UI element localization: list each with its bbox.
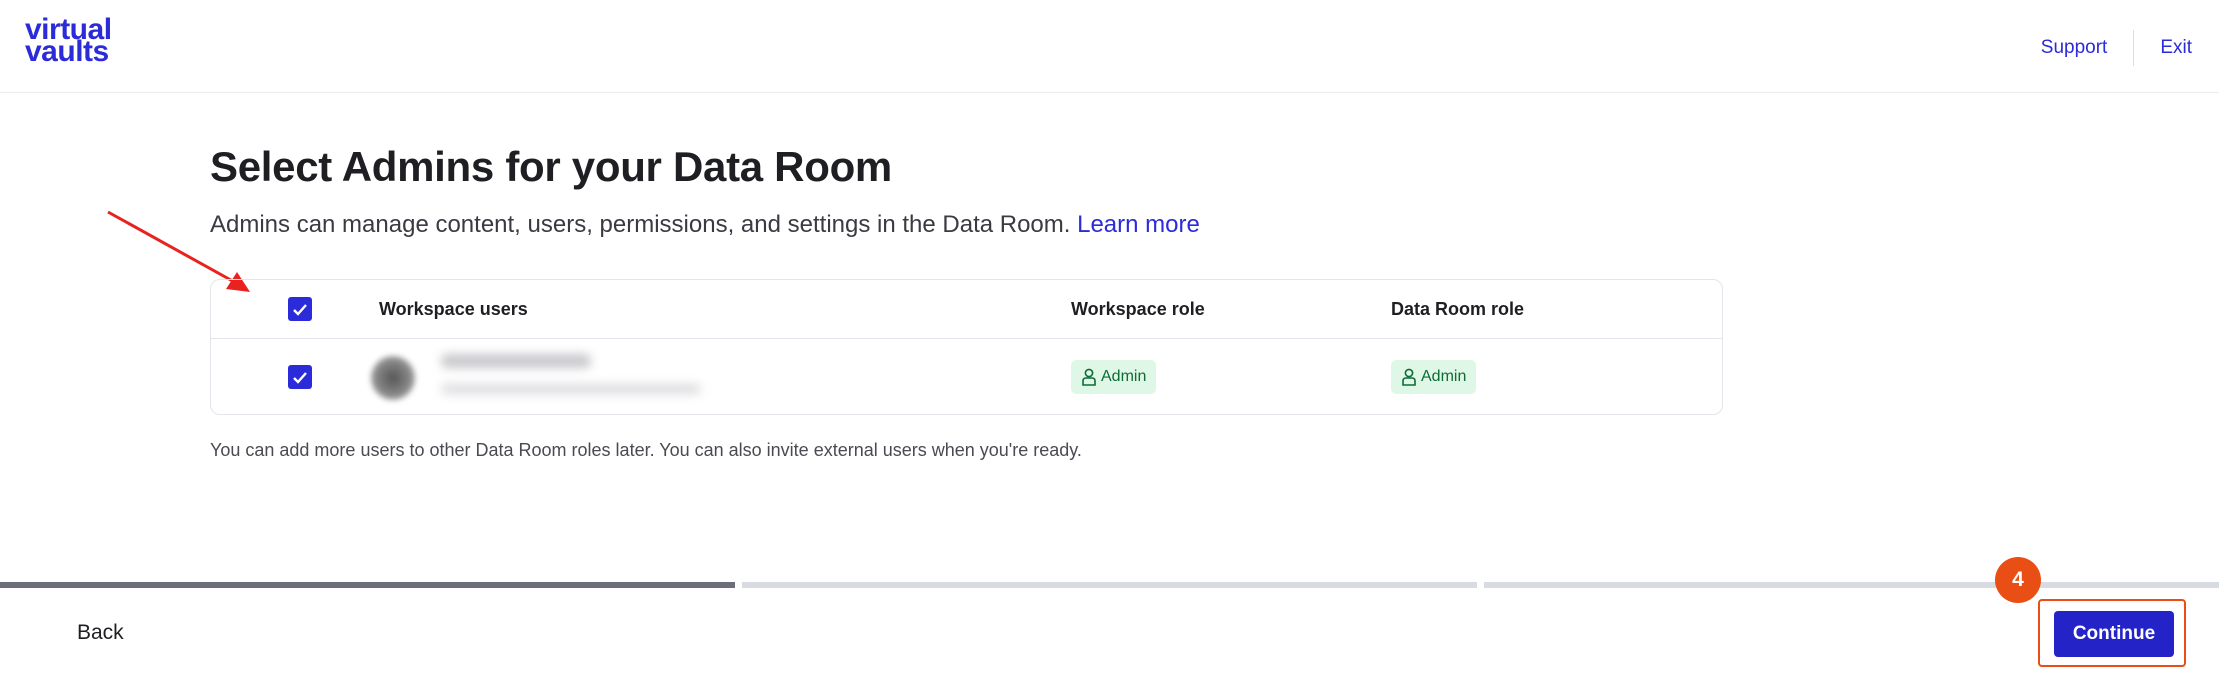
learn-more-link[interactable]: Learn more (1077, 211, 1200, 238)
progress-segment-2 (742, 582, 1477, 588)
top-header: virtual vaults Support Exit (0, 0, 2219, 93)
workspace-role-badge: Admin (1071, 360, 1157, 394)
select-all-checkbox[interactable] (288, 297, 312, 321)
admins-table: Workspace users Workspace role Data Room… (210, 279, 1723, 415)
user-avatar-redacted (371, 356, 415, 400)
progress-segment-3 (1484, 582, 2219, 588)
user-icon (1082, 368, 1096, 386)
column-header-workspace-role: Workspace role (1071, 299, 1205, 319)
annotation-step-badge: 4 (1995, 557, 2041, 603)
page-title: Select Admins for your Data Room (210, 143, 892, 190)
logo-line-2: vaults (25, 35, 109, 68)
table-row[interactable]: Admin Admin (211, 339, 1722, 414)
back-button[interactable]: Back (77, 621, 124, 645)
helper-note: You can add more users to other Data Roo… (210, 440, 1082, 460)
workspace-role-text: Admin (1101, 368, 1147, 385)
subtitle-text: Admins can manage content, users, permis… (210, 211, 1071, 238)
data-room-role-text: Admin (1421, 368, 1467, 385)
header-nav: Support Exit (2041, 30, 2192, 66)
table-header-row: Workspace users Workspace role Data Room… (211, 280, 1722, 339)
user-icon (1402, 368, 1416, 386)
virtual-vaults-logo[interactable]: virtual vaults (25, 15, 112, 68)
page: virtual vaults Support Exit Select Admin… (0, 0, 2219, 679)
nav-divider (2133, 30, 2135, 66)
column-header-data-room-role: Data Room role (1391, 299, 1525, 319)
step-progress-bar (0, 582, 2219, 588)
page-subtitle: Admins can manage content, users, permis… (210, 211, 1200, 239)
checkmark-icon (293, 371, 307, 384)
user-email-redacted (441, 384, 701, 394)
column-header-workspace-users: Workspace users (379, 299, 528, 319)
progress-segment-1 (0, 582, 735, 588)
continue-button[interactable]: Continue (2054, 611, 2174, 657)
exit-link[interactable]: Exit (2160, 37, 2192, 59)
checkmark-icon (293, 303, 307, 316)
row-select-checkbox[interactable] (288, 365, 312, 389)
user-name-redacted (441, 354, 591, 368)
support-link[interactable]: Support (2041, 37, 2108, 59)
data-room-role-badge: Admin (1391, 360, 1477, 394)
